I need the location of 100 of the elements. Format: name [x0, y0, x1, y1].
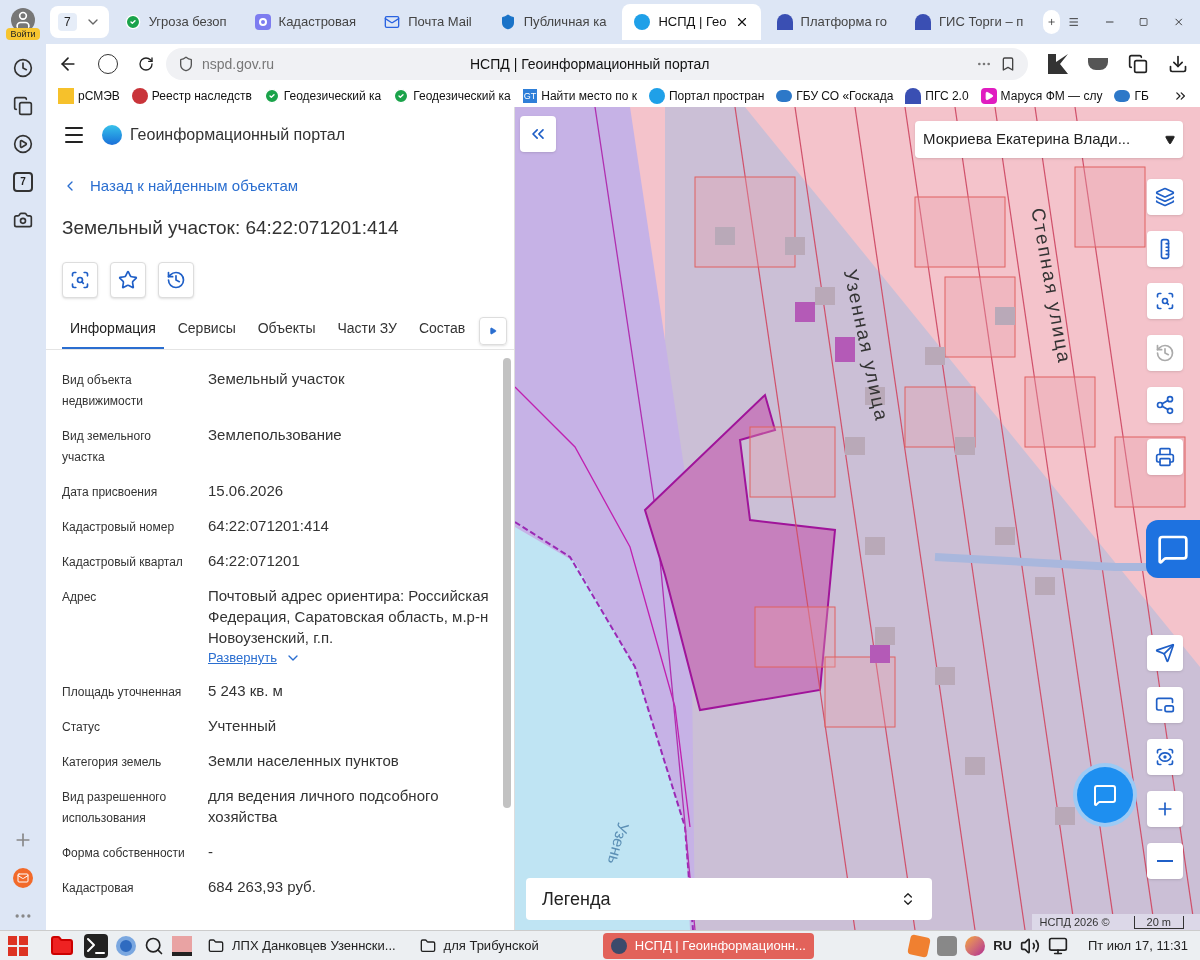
bookmark-link[interactable]: Портал простран [648, 86, 765, 105]
field-value: 64:22:071201 [208, 551, 300, 571]
bookmark-icon[interactable] [1000, 56, 1016, 72]
tab-counter-button[interactable]: 7 [50, 6, 109, 38]
legend-select[interactable]: Легенда [526, 878, 932, 920]
collapse-panel-button[interactable] [520, 116, 556, 152]
bookmark-link[interactable]: Реестр наследств [131, 86, 252, 105]
field-label: Кадастровый квартал [62, 554, 184, 571]
browser-tab[interactable]: Публичная ка [487, 4, 619, 40]
field-label: Категория земель [62, 753, 163, 771]
extension-icon[interactable] [1048, 54, 1068, 74]
street-label: Узенная улица [839, 267, 893, 424]
start-icon[interactable] [8, 935, 28, 956]
speech-bubble-icon [1157, 533, 1189, 565]
download-icon[interactable] [1168, 54, 1188, 74]
info-tab[interactable]: Части ЗУ [329, 310, 405, 349]
volume-icon[interactable] [1019, 935, 1040, 956]
extension-icon[interactable] [1088, 58, 1108, 70]
taskbar-window[interactable]: ЛПХ Данковцев Узеннски... [200, 932, 404, 959]
browser-tab[interactable]: НСПД | Гео [622, 4, 761, 40]
field-value: Землепользование [208, 425, 342, 445]
browser-tab[interactable]: ГИС Торги – п [903, 4, 1036, 40]
cloud-icon [1114, 89, 1131, 102]
search-icon[interactable] [144, 935, 164, 956]
browser-tab[interactable]: Кадастровая [242, 4, 369, 40]
print-button[interactable] [1147, 439, 1183, 475]
field-value: Почтовый адрес ориентира: Российская Федерация, Саратовская область, м.р-н Новоузенский, г.п. [208, 586, 490, 648]
user-dropdown[interactable]: Мокриева Екатерина Влади... [915, 121, 1183, 158]
field-label: Вид разрешенного использования [62, 788, 168, 827]
camera-icon[interactable] [13, 210, 33, 230]
locate-button[interactable] [1147, 635, 1183, 671]
scan-eye-icon [1155, 747, 1175, 767]
favorite-button[interactable] [110, 262, 146, 298]
field-value: - [208, 841, 213, 862]
back-link[interactable]: Назад к найденным объектам [46, 175, 514, 198]
info-tab[interactable]: Объекты [249, 310, 324, 349]
minus-icon [1157, 860, 1173, 862]
scale-bar: 20 m [1133, 915, 1184, 929]
folder-icon[interactable] [48, 933, 76, 958]
keyboard-layout[interactable]: RU [993, 935, 1012, 956]
field-label: Статус [62, 718, 101, 736]
show-on-map-button[interactable] [62, 262, 98, 298]
field-label: Площадь уточненная [62, 683, 183, 701]
bookmark-link[interactable]: Геодезический ка [263, 86, 382, 105]
clock-text[interactable]: Пт июл 17, 11:31 [1087, 935, 1188, 956]
object-heading: Земельный участок: 64:22:071201:414 [61, 215, 400, 240]
share-button[interactable] [1147, 387, 1183, 423]
zoom-in-button[interactable] [1147, 791, 1183, 827]
history-icon[interactable] [13, 58, 33, 78]
taskbar-window[interactable]: для Трибунской [411, 932, 547, 959]
printer-icon [1155, 447, 1175, 467]
check-icon [263, 87, 280, 104]
bookmark-link[interactable]: Маруся ФМ — слу [980, 86, 1103, 105]
info-tab[interactable]: Состав [410, 310, 474, 349]
attribution-text: НСПД 2026 © [1038, 914, 1111, 930]
cat-icon[interactable] [937, 935, 958, 956]
scroll-tabs-button[interactable] [479, 317, 508, 345]
bookmark-link[interactable]: ПГС 2.0 [905, 86, 969, 105]
browser-tab[interactable]: Платформа го [764, 4, 900, 40]
field-label: Форма собственности [62, 844, 186, 862]
play-icon[interactable] [13, 134, 33, 154]
folder-icon [419, 937, 436, 954]
network-icon[interactable] [1047, 935, 1068, 956]
field-value: 15.06.2026 [208, 481, 284, 501]
browser-tab[interactable]: Почта Mail [372, 4, 484, 40]
bookmark-link[interactable]: ГБУ СО «Госкада [776, 86, 894, 105]
zoom-out-button[interactable] [1147, 843, 1183, 879]
flame-icon[interactable] [965, 935, 986, 956]
dropdown-caret-icon [1165, 134, 1175, 145]
browser-tab[interactable]: Угроза безоп [112, 4, 239, 40]
desktop-icon[interactable] [172, 935, 192, 956]
collections-icon[interactable] [13, 96, 33, 116]
history-button[interactable] [158, 262, 194, 298]
feedback-button[interactable] [1146, 520, 1200, 578]
picture-in-picture-icon [1155, 695, 1175, 715]
bookmark-link[interactable]: рСМЭВ [58, 86, 120, 105]
layers-button[interactable] [1147, 179, 1183, 215]
reload-icon[interactable] [138, 56, 154, 72]
field-label: Вид земельного участка [62, 428, 152, 466]
info-tab[interactable]: Информация [62, 310, 164, 349]
chat-button[interactable] [1077, 767, 1133, 823]
address-field[interactable]: nspd.gov.ru НСПД | Геоинформационный портал [166, 48, 1028, 80]
field-label: Кадастровая [62, 879, 135, 897]
ruler-button[interactable] [1147, 231, 1183, 267]
bookmark-link[interactable]: GT Найти место по к [522, 86, 637, 105]
terminal-icon[interactable] [84, 933, 108, 958]
portal-logo-icon [648, 87, 665, 104]
bookmark-link[interactable]: ГБ [1114, 86, 1149, 105]
extensions-icon[interactable] [1128, 54, 1148, 74]
bookmark-link[interactable]: Геодезический ка [393, 86, 511, 105]
info-tab[interactable]: Сервисы [169, 310, 244, 349]
search-point-button[interactable] [1147, 739, 1183, 775]
minimap-button[interactable] [1147, 687, 1183, 723]
scan-search-icon [1155, 291, 1175, 311]
expand-link[interactable]: Развернуть [208, 648, 301, 668]
login-button[interactable]: Войти [6, 28, 40, 40]
square-icon [58, 87, 74, 104]
counter-badge[interactable]: 7 [13, 172, 33, 192]
field-value: Земли населенных пунктов [208, 750, 399, 771]
area-search-button[interactable] [1147, 283, 1183, 319]
